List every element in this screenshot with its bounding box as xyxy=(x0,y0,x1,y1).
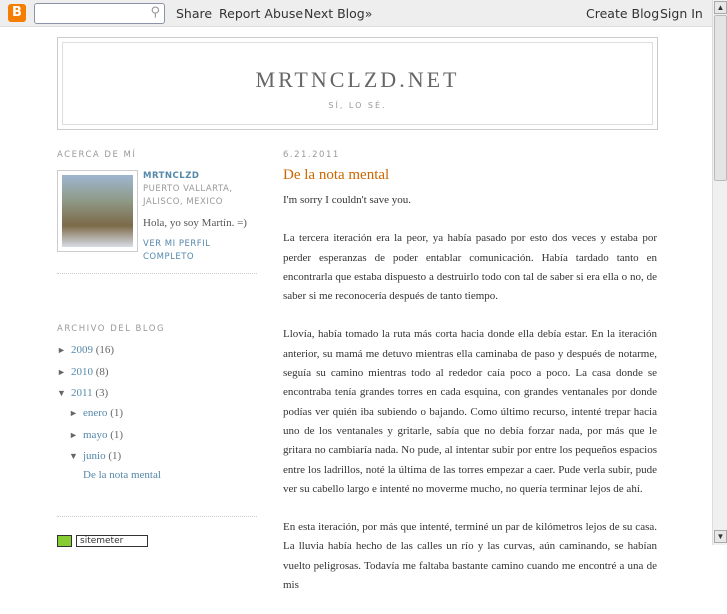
blog-description: SÍ, LO SÉ. xyxy=(328,101,387,110)
expand-arrow-icon[interactable]: ► xyxy=(69,408,83,418)
divider xyxy=(57,273,257,274)
blogger-logo-icon[interactable]: B xyxy=(8,4,26,22)
blog-title[interactable]: MRTNCLZD.NET xyxy=(63,67,652,93)
create-blog-link[interactable]: Create Blog xyxy=(586,6,659,21)
report-abuse-link[interactable]: Report Abuse xyxy=(219,6,303,21)
blog-header: MRTNCLZD.NET SÍ, LO SÉ. xyxy=(57,37,658,130)
profile-location: JALISCO, MEXICO xyxy=(143,197,223,207)
expand-arrow-icon[interactable]: ► xyxy=(57,345,71,355)
archive-year-2010[interactable]: ► 2010 (8) xyxy=(57,366,109,378)
archive-count: (1) xyxy=(110,429,124,441)
scrollbar[interactable]: ▲ ▼ xyxy=(712,0,727,545)
archive-year-2011[interactable]: ▼ 2011 (3) xyxy=(57,387,108,399)
archive-heading: ARCHIVO DEL BLOG xyxy=(57,324,166,334)
archive-month-junio[interactable]: ▼ junio (1) xyxy=(69,450,121,462)
collapse-arrow-icon[interactable]: ▼ xyxy=(69,451,83,461)
search-icon[interactable]: ⚲ xyxy=(150,5,160,20)
expand-arrow-icon[interactable]: ► xyxy=(57,367,71,377)
expand-arrow-icon[interactable]: ► xyxy=(69,430,83,440)
scrollbar-thumb[interactable] xyxy=(714,15,727,181)
archive-month-mayo[interactable]: ► mayo (1) xyxy=(69,429,123,441)
post-date: 6.21.2011 xyxy=(283,150,340,160)
share-link[interactable]: Share xyxy=(176,6,212,21)
archive-count: (16) xyxy=(95,344,115,356)
sidebar: ACERCA DE MÍ MRTNCLZD PUERTO VALLARTA, J… xyxy=(57,150,257,517)
post-paragraph: En esta iteración, por más que intenté, … xyxy=(283,521,657,592)
main-content: 6.21.2011 De la nota mental I'm sorry I … xyxy=(283,150,657,614)
post-paragraph: La tercera iteración era la peor, ya hab… xyxy=(283,232,657,303)
archive-link[interactable]: enero xyxy=(83,407,107,419)
about-heading: ACERCA DE MÍ xyxy=(57,150,137,160)
profile-name[interactable]: MRTNCLZD xyxy=(143,170,257,183)
sitemeter-label: sitemeter xyxy=(76,535,148,547)
search-input[interactable]: ⚲ xyxy=(34,3,165,24)
sitemeter-icon xyxy=(57,535,72,547)
post-body: I'm sorry I couldn't save you. La tercer… xyxy=(283,191,657,595)
archive-link[interactable]: 2009 xyxy=(71,344,93,356)
divider xyxy=(57,516,257,517)
next-blog-link[interactable]: Next Blog» xyxy=(304,6,372,21)
archive-year-2009[interactable]: ► 2009 (16) xyxy=(57,344,114,356)
collapse-arrow-icon[interactable]: ▼ xyxy=(57,388,71,398)
post-title[interactable]: De la nota mental xyxy=(283,167,657,184)
archive-post-link[interactable]: De la nota mental xyxy=(83,469,161,481)
post-paragraph: Llovía, había tomado la ruta más corta h… xyxy=(283,328,657,495)
archive-count: (1) xyxy=(110,407,124,419)
archive-post[interactable]: De la nota mental xyxy=(83,469,161,481)
blogger-navbar: B ⚲ Share Report Abuse Next Blog» Create… xyxy=(0,0,712,27)
sitemeter-badge[interactable]: sitemeter xyxy=(57,535,148,547)
profile-bio: Hola, yo soy Martín. =) xyxy=(143,217,247,229)
view-profile-link[interactable]: VER MI PERFIL COMPLETO xyxy=(143,238,257,264)
scroll-up-icon[interactable]: ▲ xyxy=(714,1,727,14)
sign-in-link[interactable]: Sign In xyxy=(660,6,703,21)
archive-count: (3) xyxy=(95,387,109,399)
archive-link[interactable]: mayo xyxy=(83,429,107,441)
profile-photo[interactable] xyxy=(57,170,138,252)
profile-location: PUERTO VALLARTA, xyxy=(143,184,233,194)
scroll-down-icon[interactable]: ▼ xyxy=(714,530,727,543)
archive-link[interactable]: 2011 xyxy=(71,387,93,399)
archive-link[interactable]: 2010 xyxy=(71,366,93,378)
archive-count: (8) xyxy=(95,366,109,378)
archive-month-enero[interactable]: ► enero (1) xyxy=(69,407,123,419)
archive-count: (1) xyxy=(108,450,122,462)
post-paragraph: I'm sorry I couldn't save you. xyxy=(283,194,411,206)
archive-link[interactable]: junio xyxy=(83,450,106,462)
